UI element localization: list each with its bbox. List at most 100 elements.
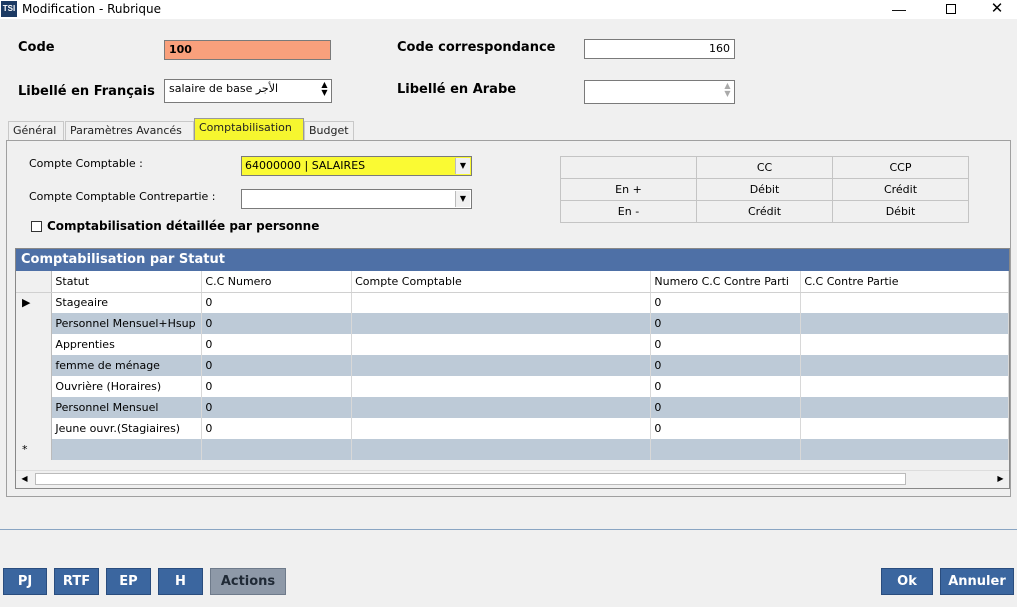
cc-cell: Crédit xyxy=(696,200,833,223)
numero-cc-contre-cell[interactable]: 0 xyxy=(650,313,802,334)
cc-contre-partie-cell[interactable] xyxy=(800,439,1009,460)
statut-cell[interactable]: Jeune ouvr.(Stagiaires) xyxy=(51,418,203,439)
statut-cell[interactable]: Stageaire xyxy=(51,292,203,313)
libelle-francais-field[interactable]: salaire de base الأجر ▲ ▼ xyxy=(164,79,332,103)
code-label: Code xyxy=(18,40,55,55)
table-row[interactable]: Jeune ouvr.(Stagiaires) 0 0 xyxy=(16,418,1009,439)
table-row[interactable]: ▶ Stageaire 0 0 xyxy=(16,292,1009,313)
tab-comptabilisation[interactable]: Comptabilisation xyxy=(194,118,304,140)
chevron-down-icon[interactable]: ▼ xyxy=(455,158,470,174)
cc-contre-partie-cell[interactable] xyxy=(800,355,1009,376)
statut-cell[interactable]: Apprenties xyxy=(51,334,203,355)
numero-cc-contre-cell[interactable] xyxy=(650,439,802,460)
tab-parametres-avances[interactable]: Paramètres Avancés xyxy=(65,121,194,140)
table-row[interactable]: Ouvrière (Horaires) 0 0 xyxy=(16,376,1009,397)
statut-cell[interactable]: Personnel Mensuel xyxy=(51,397,203,418)
numero-cc-contre-cell[interactable]: 0 xyxy=(650,397,802,418)
actions-button[interactable]: Actions xyxy=(210,568,286,595)
cc-numero-cell[interactable]: 0 xyxy=(201,292,353,313)
libelle-arabe-label: Libellé en Arabe xyxy=(397,82,517,97)
compte-comptable-select[interactable]: 64000000 | SALAIRES ▼ xyxy=(241,156,472,176)
horizontal-scrollbar[interactable]: ◀ ▶ xyxy=(16,470,1009,487)
cc-sens-table: CC CCP En + Débit Crédit En - Crédit Déb… xyxy=(560,156,969,223)
compte-contrepartie-label: Compte Comptable Contrepartie : xyxy=(29,190,216,203)
spin-arrows-icon[interactable]: ▲ ▼ xyxy=(319,81,330,97)
compte-comptable-cell[interactable] xyxy=(351,313,652,334)
rtf-button[interactable]: RTF xyxy=(54,568,99,595)
numero-cc-contre-cell[interactable]: 0 xyxy=(650,355,802,376)
libelle-arabe-field[interactable]: ▲ ▼ xyxy=(584,80,735,104)
tab-general[interactable]: Général xyxy=(8,121,64,140)
numero-cc-contre-cell[interactable]: 0 xyxy=(650,376,802,397)
table-row[interactable]: femme de ménage 0 0 xyxy=(16,355,1009,376)
cc-contre-partie-cell[interactable] xyxy=(800,334,1009,355)
compte-comptable-cell[interactable] xyxy=(351,439,652,460)
ep-button[interactable]: EP xyxy=(106,568,151,595)
numero-cc-contre-cell[interactable]: 0 xyxy=(650,334,802,355)
compte-comptable-label: Compte Comptable : xyxy=(29,157,143,170)
statut-table: Statut C.C Numero Compte Comptable Numer… xyxy=(16,271,1009,460)
detail-par-personne-label: Comptabilisation détaillée par personne xyxy=(47,219,320,233)
row-header[interactable] xyxy=(16,376,53,397)
cc-numero-cell[interactable]: 0 xyxy=(201,376,353,397)
numero-cc-contre-cell[interactable]: 0 xyxy=(650,292,802,313)
pj-button[interactable]: PJ xyxy=(3,568,47,595)
table-row[interactable]: Apprenties 0 0 xyxy=(16,334,1009,355)
scroll-left-icon[interactable]: ◀ xyxy=(16,471,33,487)
compte-comptable-cell[interactable] xyxy=(351,355,652,376)
cc-contre-partie-cell[interactable] xyxy=(800,292,1009,313)
code-correspondance-field[interactable]: 160 xyxy=(584,39,735,59)
statut-cell[interactable]: Ouvrière (Horaires) xyxy=(51,376,203,397)
ok-button[interactable]: Ok xyxy=(881,568,933,595)
compte-contrepartie-select[interactable]: ▼ xyxy=(241,189,472,209)
compte-comptable-cell[interactable] xyxy=(351,334,652,355)
table-row[interactable]: Personnel Mensuel 0 0 xyxy=(16,397,1009,418)
compte-comptable-cell[interactable] xyxy=(351,376,652,397)
maximize-button[interactable] xyxy=(928,0,974,19)
title-bar: TSI Modification - Rubrique — ✕ xyxy=(0,0,1017,19)
column-header[interactable]: Numero C.C Contre Parti xyxy=(650,271,802,293)
spin-arrows-icon[interactable]: ▲ ▼ xyxy=(722,82,733,98)
cc-contre-partie-cell[interactable] xyxy=(800,313,1009,334)
compte-comptable-cell[interactable] xyxy=(351,292,652,313)
cc-contre-partie-cell[interactable] xyxy=(800,376,1009,397)
annuler-button[interactable]: Annuler xyxy=(940,568,1014,595)
chevron-down-icon[interactable]: ▼ xyxy=(455,191,470,207)
row-header[interactable] xyxy=(16,418,53,439)
tab-budget[interactable]: Budget xyxy=(304,121,354,140)
cc-contre-partie-cell[interactable] xyxy=(800,418,1009,439)
numero-cc-contre-cell[interactable]: 0 xyxy=(650,418,802,439)
column-header[interactable]: C.C Contre Partie xyxy=(800,271,1009,293)
cc-numero-cell[interactable]: 0 xyxy=(201,397,353,418)
statut-cell[interactable] xyxy=(51,439,203,460)
cc-numero-cell[interactable] xyxy=(201,439,353,460)
close-button[interactable]: ✕ xyxy=(974,0,1017,19)
scroll-right-icon[interactable]: ▶ xyxy=(992,471,1009,487)
new-row[interactable]: * xyxy=(16,439,1009,460)
statut-cell[interactable]: femme de ménage xyxy=(51,355,203,376)
compte-comptable-cell[interactable] xyxy=(351,418,652,439)
h-button[interactable]: H xyxy=(158,568,203,595)
row-header[interactable] xyxy=(16,334,53,355)
cc-numero-cell[interactable]: 0 xyxy=(201,418,353,439)
table-row[interactable]: Personnel Mensuel+Hsup 0 0 xyxy=(16,313,1009,334)
row-header[interactable] xyxy=(16,355,53,376)
detail-par-personne-checkbox[interactable] xyxy=(31,221,42,232)
code-field[interactable]: 100 xyxy=(164,40,331,60)
column-header[interactable]: Statut xyxy=(51,271,203,293)
row-header[interactable] xyxy=(16,313,53,334)
column-header[interactable]: Compte Comptable xyxy=(351,271,652,293)
row-header[interactable] xyxy=(16,397,53,418)
column-header[interactable]: C.C Numero xyxy=(201,271,353,293)
cc-numero-cell[interactable]: 0 xyxy=(201,334,353,355)
cc-cell: CC xyxy=(696,156,833,179)
current-row-icon[interactable]: ▶ xyxy=(16,292,53,313)
new-row-icon[interactable]: * xyxy=(16,439,53,460)
cc-numero-cell[interactable]: 0 xyxy=(201,313,353,334)
minimize-button[interactable]: — xyxy=(876,0,922,19)
scroll-thumb[interactable] xyxy=(35,473,906,485)
cc-numero-cell[interactable]: 0 xyxy=(201,355,353,376)
compte-comptable-cell[interactable] xyxy=(351,397,652,418)
statut-cell[interactable]: Personnel Mensuel+Hsup xyxy=(51,313,203,334)
cc-contre-partie-cell[interactable] xyxy=(800,397,1009,418)
